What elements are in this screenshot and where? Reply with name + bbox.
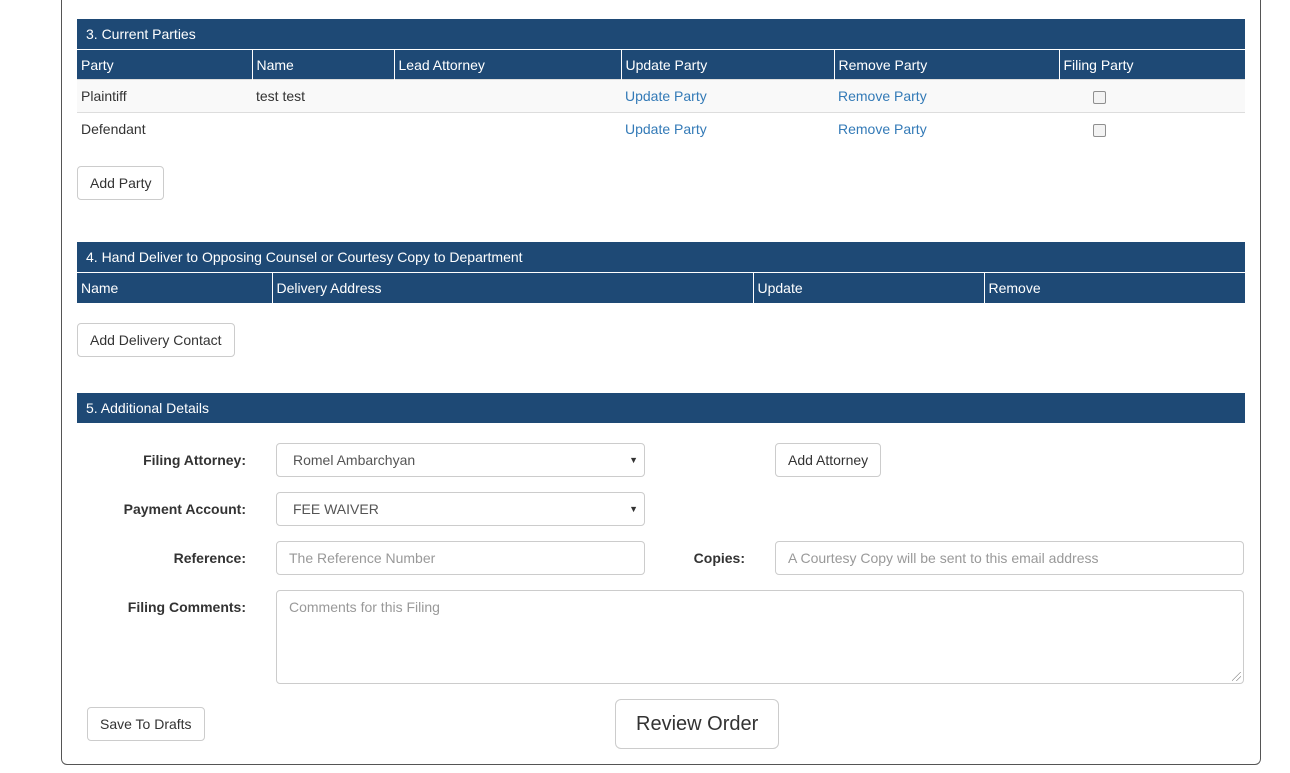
remove-party-link[interactable]: Remove Party <box>838 88 927 104</box>
filing-attorney-select[interactable]: Romel Ambarchyan ▼ <box>276 443 645 477</box>
payment-account-value: FEE WAIVER <box>293 501 379 517</box>
dropdown-arrow-icon: ▼ <box>629 504 638 514</box>
filing-party-checkbox[interactable] <box>1093 124 1106 138</box>
add-delivery-contact-button[interactable]: Add Delivery Contact <box>77 323 235 357</box>
add-attorney-button[interactable]: Add Attorney <box>775 443 882 477</box>
payment-account-label: Payment Account: <box>123 501 246 517</box>
remove-party-cell: Remove Party <box>834 112 1059 146</box>
table-row: Defendant Update Party Remove Party <box>77 112 1245 146</box>
resize-grip-icon[interactable] <box>1232 672 1241 681</box>
column-header-name: Name <box>251 49 394 80</box>
section-title: 3. Current Parties <box>86 26 196 42</box>
filing-attorney-value: Romel Ambarchyan <box>293 452 416 468</box>
party-cell: Plaintiff <box>77 79 252 113</box>
update-party-cell: Update Party <box>621 79 834 113</box>
section-title: 5. Additional Details <box>86 400 209 416</box>
table-header-row: Party Name Lead Attorney Update Party Re… <box>77 49 1245 80</box>
name-cell <box>252 112 394 146</box>
reference-placeholder: The Reference Number <box>289 550 436 566</box>
section-current-parties-header: 3. Current Parties <box>77 19 1245 49</box>
column-header-lead-attorney: Lead Attorney <box>393 49 621 80</box>
review-order-button[interactable]: Review Order <box>615 699 780 749</box>
column-header-delivery-address: Delivery Address <box>271 272 753 303</box>
filing-party-cell <box>1059 79 1245 113</box>
update-party-link[interactable]: Update Party <box>625 121 707 137</box>
table-header-row: Name Delivery Address Update Remove <box>77 272 1245 303</box>
filing-party-checkbox[interactable] <box>1093 90 1106 104</box>
column-header-update: Update <box>752 272 984 303</box>
remove-party-link[interactable]: Remove Party <box>838 121 927 137</box>
lead-attorney-cell <box>394 112 621 146</box>
table-row: Plaintiff test test Update Party Remove … <box>77 79 1245 113</box>
name-cell: test test <box>252 79 394 113</box>
section-title: 4. Hand Deliver to Opposing Counsel or C… <box>86 249 523 265</box>
column-header-remove: Remove <box>983 272 1245 303</box>
reference-label: Reference: <box>173 550 246 566</box>
update-party-cell: Update Party <box>621 112 834 146</box>
column-header-name: Name <box>77 272 272 303</box>
payment-account-select[interactable]: FEE WAIVER ▼ <box>276 492 645 526</box>
filing-party-cell <box>1059 112 1245 146</box>
filing-attorney-label: Filing Attorney: <box>143 452 246 468</box>
column-header-remove-party: Remove Party <box>833 49 1059 80</box>
comments-placeholder: Comments for this Filing <box>289 599 440 615</box>
add-party-button[interactable]: Add Party <box>77 166 165 200</box>
copies-placeholder: A Courtesy Copy will be sent to this ema… <box>788 550 1099 566</box>
column-header-filing-party: Filing Party <box>1058 49 1245 80</box>
column-header-party: Party <box>77 49 252 80</box>
copies-email-input[interactable]: A Courtesy Copy will be sent to this ema… <box>775 541 1244 575</box>
remove-party-cell: Remove Party <box>834 79 1059 113</box>
delivery-table: Name Delivery Address Update Remove <box>77 272 1245 303</box>
column-header-update-party: Update Party <box>620 49 834 80</box>
section-additional-details-header: 5. Additional Details <box>77 393 1245 423</box>
copies-label: Copies: <box>693 550 745 566</box>
lead-attorney-cell <box>394 79 621 113</box>
update-party-link[interactable]: Update Party <box>625 88 707 104</box>
filing-comments-textarea[interactable]: Comments for this Filing <box>276 590 1244 684</box>
filing-comments-label: Filing Comments: <box>127 599 246 615</box>
dropdown-arrow-icon: ▼ <box>629 455 638 465</box>
section-delivery-header: 4. Hand Deliver to Opposing Counsel or C… <box>77 242 1245 272</box>
parties-table: Party Name Lead Attorney Update Party Re… <box>77 49 1245 146</box>
save-to-drafts-button[interactable]: Save To Drafts <box>87 707 205 741</box>
party-cell: Defendant <box>77 112 252 146</box>
